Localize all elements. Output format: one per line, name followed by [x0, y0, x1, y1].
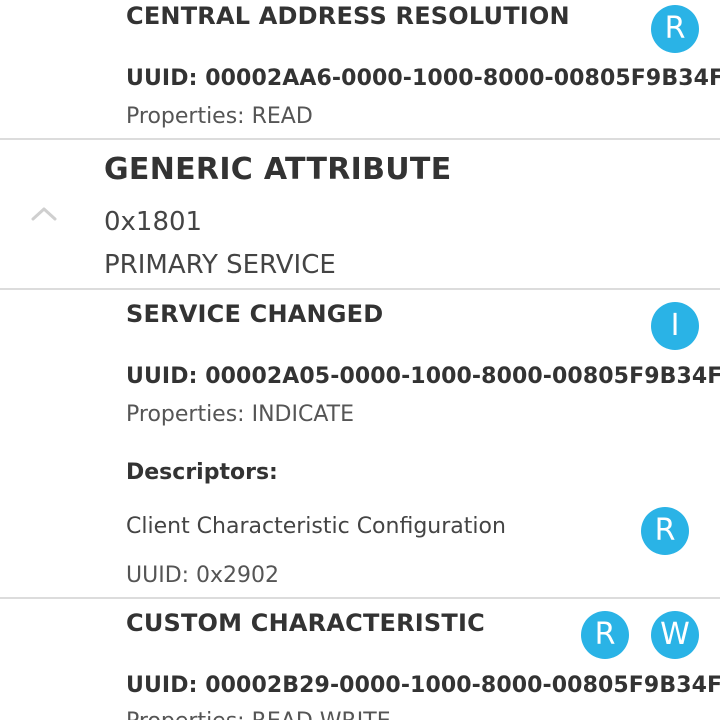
characteristic-uuid: UUID: 00002AA6-0000-1000-8000-00805F9B34… — [126, 66, 720, 91]
read-button[interactable]: R — [581, 611, 629, 659]
gatt-services-screen: CENTRAL ADDRESS RESOLUTION R UUID: 00002… — [0, 0, 720, 720]
indicate-button[interactable]: I — [651, 302, 699, 350]
characteristic-properties: Properties: INDICATE — [126, 402, 355, 427]
service-type: PRIMARY SERVICE — [104, 250, 336, 280]
characteristic-title: CUSTOM CHARACTERISTIC — [126, 609, 485, 637]
characteristic-properties: Properties: READ — [126, 104, 313, 129]
divider — [0, 597, 720, 599]
read-button[interactable]: R — [651, 5, 699, 53]
service-handle: 0x1801 — [104, 207, 203, 237]
chevron-up-icon[interactable] — [30, 203, 58, 223]
characteristic-title: CENTRAL ADDRESS RESOLUTION — [126, 2, 570, 30]
descriptor-read-button[interactable]: R — [641, 507, 689, 555]
service-title: GENERIC ATTRIBUTE — [104, 152, 452, 187]
divider — [0, 288, 720, 290]
divider — [0, 138, 720, 140]
write-button[interactable]: W — [651, 611, 699, 659]
characteristic-uuid: UUID: 00002B29-0000-1000-8000-00805F9B34… — [126, 673, 720, 698]
descriptor-name: Client Characteristic Configuration — [126, 514, 506, 539]
characteristic-properties: Properties: READ,WRITE — [126, 709, 391, 720]
characteristic-uuid: UUID: 00002A05-0000-1000-8000-00805F9B34… — [126, 364, 720, 389]
descriptor-uuid: UUID: 0x2902 — [126, 563, 280, 588]
descriptors-label: Descriptors: — [126, 460, 278, 485]
characteristic-title: SERVICE CHANGED — [126, 300, 384, 328]
